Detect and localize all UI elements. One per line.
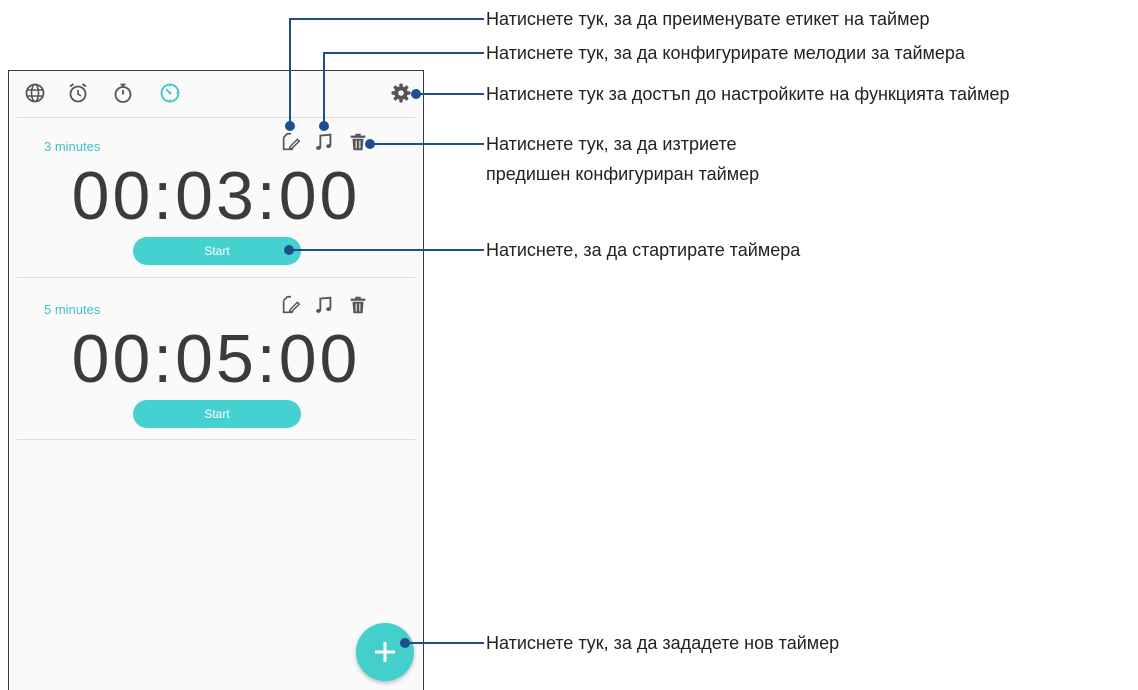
callout-rename-label: Натиснете тук, за да преименувате етикет… [486, 9, 930, 29]
callout-start: Натиснете, за да стартирате таймера [486, 240, 801, 260]
callout-add-timer: Натиснете тук, за да зададете нов таймер [486, 633, 840, 653]
callout-ringtone: Натиснете тук, за да конфигурирате мелод… [486, 43, 965, 63]
callout-delete-line2: предишен конфигуриран таймер [486, 164, 760, 184]
callout-delete-line1: Натиснете тук, за да изтриете [486, 134, 737, 154]
callout-settings: Натиснете тук за достъп до настройките н… [486, 84, 1010, 104]
